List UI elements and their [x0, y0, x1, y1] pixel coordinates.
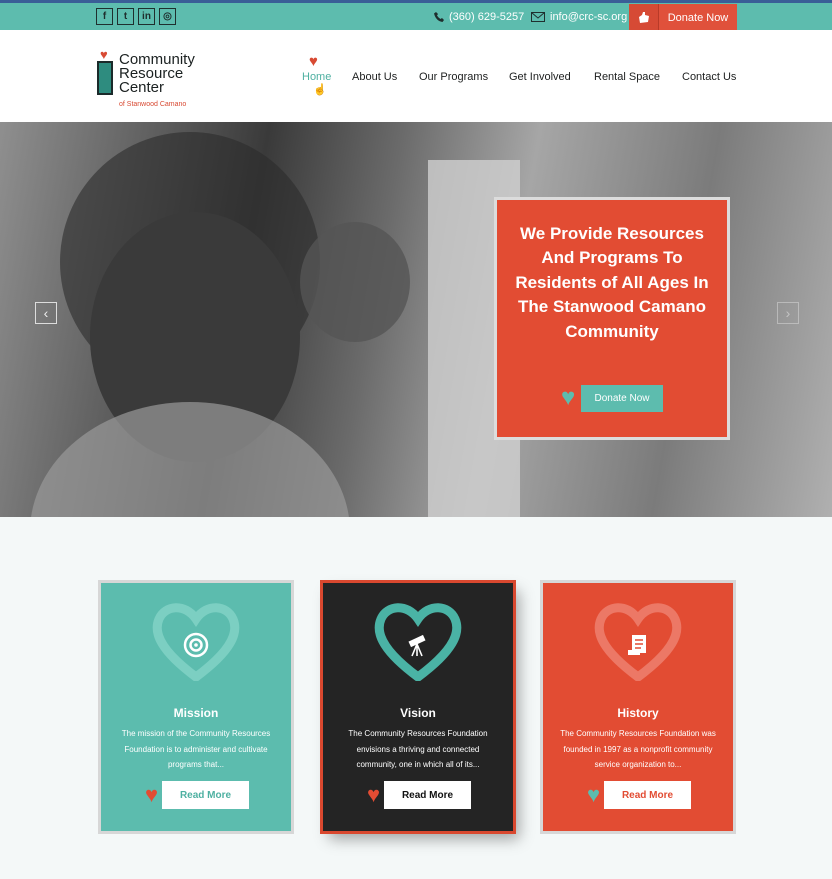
vision-title: Vision: [400, 706, 436, 720]
mail-icon: [531, 12, 545, 22]
history-read-more-button[interactable]: Read More: [604, 781, 691, 809]
nav-rental-space[interactable]: Rental Space: [594, 71, 660, 83]
logo-door-icon: [97, 61, 113, 95]
nav-get-involved[interactable]: Get Involved: [509, 71, 571, 83]
top-donate-button[interactable]: Donate Now: [629, 4, 737, 32]
email-contact[interactable]: info@crc-sc.org: [531, 11, 627, 23]
nav-our-programs[interactable]: Our Programs: [419, 71, 488, 83]
phone-icon: [434, 12, 444, 22]
hero-photo-dress-shape: [30, 402, 350, 517]
hero-heart-icon: ♥: [561, 384, 576, 411]
telescope-icon: [403, 630, 433, 660]
social-links: f t in ◎: [96, 8, 176, 25]
vision-card: Vision The Community Resources Foundatio…: [323, 583, 513, 831]
email-address: info@crc-sc.org: [550, 11, 628, 23]
top-donate-label: Donate Now: [659, 4, 737, 32]
history-description: The Community Resources Foundation was f…: [560, 729, 716, 769]
hero-photo-bg-child-shape: [300, 222, 410, 342]
hero-next-arrow[interactable]: ›: [777, 302, 799, 324]
nav-about-us[interactable]: About Us: [352, 71, 397, 83]
vision-description: The Community Resources Foundation envis…: [348, 729, 488, 769]
hero-title: We Provide Resources And Programs To Res…: [515, 224, 709, 341]
twitter-icon[interactable]: t: [117, 8, 134, 25]
vision-read-more-button[interactable]: Read More: [384, 781, 471, 809]
top-bar: f t in ◎ (360) 629-5257 info@crc-sc.org …: [0, 0, 832, 32]
logo-text: Community Resource Center: [119, 52, 195, 96]
history-card: History The Community Resources Foundati…: [543, 583, 733, 831]
mission-card: Mission The mission of the Community Res…: [101, 583, 291, 831]
logo-heart-icon: ♥: [100, 47, 108, 62]
target-icon: [181, 630, 211, 660]
nav-home[interactable]: Home: [302, 71, 331, 83]
site-header: ♥ Community Resource Center of Stanwood …: [0, 30, 832, 122]
history-title: History: [617, 706, 659, 720]
mission-description: The mission of the Community Resources F…: [121, 729, 271, 769]
scroll-icon: [623, 630, 653, 660]
hero-donate-button[interactable]: Donate Now: [581, 385, 663, 412]
hero-prev-arrow[interactable]: ‹: [35, 302, 57, 324]
nav-contact-us[interactable]: Contact Us: [682, 71, 736, 83]
facebook-icon[interactable]: f: [96, 8, 113, 25]
nav-active-heart-icon: ♥: [309, 53, 318, 70]
instagram-icon[interactable]: ◎: [159, 8, 176, 25]
donate-hand-icon: [629, 4, 659, 32]
site-logo[interactable]: ♥ Community Resource Center of Stanwood …: [97, 47, 227, 111]
pointer-cursor-icon: ☝: [313, 84, 327, 96]
phone-number: (360) 629-5257: [449, 11, 525, 23]
mission-button-heart-icon: ♥: [145, 782, 159, 807]
history-button-heart-icon: ♥: [587, 782, 601, 807]
logo-subtitle: of Stanwood Camano: [119, 101, 187, 108]
page: f t in ◎ (360) 629-5257 info@crc-sc.org …: [0, 0, 832, 879]
logo-line-3: Center: [119, 79, 165, 96]
vision-button-heart-icon: ♥: [367, 782, 381, 807]
mission-title: Mission: [173, 706, 219, 720]
phone-contact[interactable]: (360) 629-5257: [434, 11, 524, 23]
linkedin-icon[interactable]: in: [138, 8, 155, 25]
mission-read-more-button[interactable]: Read More: [162, 781, 249, 809]
